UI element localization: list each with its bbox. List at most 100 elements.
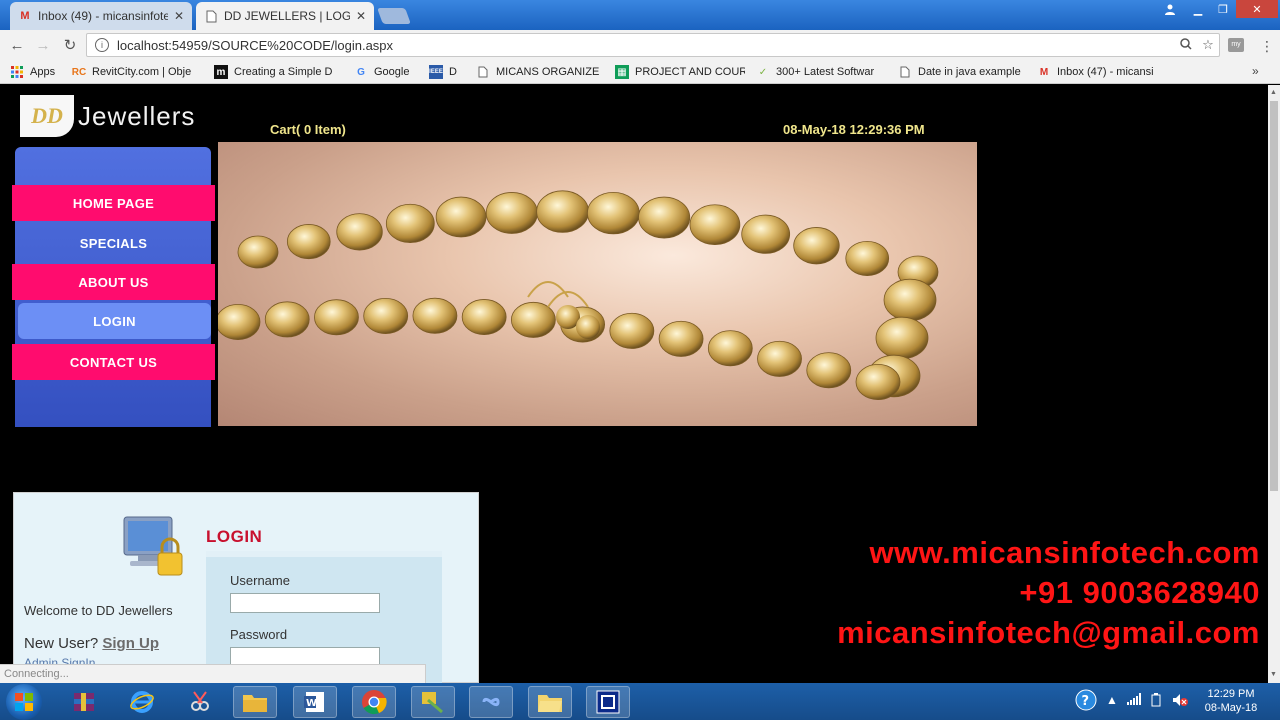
new-user-text: New User? — [24, 635, 99, 652]
bookmark-label: Inbox (47) - micansi — [1057, 66, 1154, 78]
necklace-bead — [806, 352, 852, 389]
bookmark-apps[interactable]: Apps — [10, 64, 66, 80]
nav-specials[interactable]: SPECIALS — [12, 225, 215, 261]
winrar-icon[interactable] — [62, 686, 106, 718]
new-tab-button[interactable] — [377, 8, 411, 24]
tab-inbox[interactable]: M Inbox (49) - micansinfote ✕ — [10, 2, 192, 30]
folder-icon[interactable] — [528, 686, 572, 718]
new-user-line: New User? Sign Up — [24, 635, 159, 652]
sign-up-link[interactable]: Sign Up — [102, 635, 159, 652]
scrollbar-thumb[interactable] — [1270, 101, 1278, 491]
reload-icon[interactable]: ↻ — [61, 36, 79, 54]
infinity-app-icon[interactable] — [469, 686, 513, 718]
necklace-bead — [336, 213, 383, 251]
necklace-bead — [218, 304, 261, 340]
leaf-icon: ✓ — [758, 66, 768, 78]
bookmarks-bar: Apps RC RevitCity.com | Obje m Creating … — [0, 60, 1280, 84]
earring-hook — [527, 281, 569, 298]
page-scrollbar[interactable]: ▲ ▼ — [1268, 85, 1280, 683]
bookmark-label: RevitCity.com | Obje — [92, 66, 192, 78]
menu-icon[interactable]: ⋮ — [1260, 38, 1274, 55]
login-panel: LOGIN Username Password Welcome to DD Je… — [13, 492, 479, 683]
necklace-bead — [385, 203, 435, 244]
zoom-icon[interactable] — [1175, 37, 1197, 53]
necklace-bead — [793, 227, 840, 265]
necklace-bead — [658, 320, 704, 357]
bookmark-star-icon[interactable]: ☆ — [1197, 37, 1219, 53]
maximize-icon[interactable]: ❐ — [1210, 0, 1236, 18]
necklace-bead — [707, 330, 753, 367]
system-clock[interactable]: 12:29 PM 08-May-18 — [1196, 687, 1266, 715]
snipping-tool-icon[interactable] — [178, 686, 222, 718]
bookmark-creating-simple[interactable]: m Creating a Simple D — [214, 64, 342, 80]
necklace-illustration — [218, 190, 939, 400]
svg-text:W: W — [306, 698, 317, 709]
power-icon[interactable] — [1150, 693, 1162, 710]
necklace-bead — [689, 204, 741, 246]
internet-explorer-icon[interactable] — [120, 686, 164, 718]
necklace-bead — [237, 235, 279, 269]
apps-grid-icon — [10, 65, 24, 79]
nav-about-us[interactable]: ABOUT US — [12, 264, 215, 300]
info-icon[interactable]: i — [95, 38, 109, 52]
word-icon[interactable]: W — [293, 686, 337, 718]
chrome-icon[interactable] — [352, 686, 396, 718]
network-signal-icon[interactable] — [1127, 693, 1141, 708]
cart-link[interactable]: Cart( 0 Item) — [270, 122, 346, 137]
address-bar[interactable]: i localhost:54959/SOURCE%20CODE/login.as… — [86, 33, 1220, 57]
bookmark-ieee[interactable]: IEEE D — [429, 64, 465, 80]
bookmark-latest-software[interactable]: ✓ 300+ Latest Softwar — [756, 64, 886, 80]
username-input[interactable] — [230, 593, 380, 613]
nav-contact-us[interactable]: CONTACT US — [12, 344, 215, 380]
necklace-bead — [264, 301, 310, 338]
watermark-website: www.micansinfotech.com — [869, 535, 1260, 570]
login-title: LOGIN — [206, 527, 263, 546]
revitcity-icon: RC — [72, 66, 87, 78]
bookmark-revitcity[interactable]: RC RevitCity.com | Obje — [72, 64, 204, 80]
extension-icon[interactable]: my — [1228, 38, 1244, 52]
necklace-bead — [286, 224, 331, 260]
forward-arrow-icon[interactable]: → — [34, 36, 52, 54]
start-button[interactable] — [6, 684, 42, 720]
bookmark-date-java[interactable]: Date in java example — [898, 64, 1026, 80]
url-text: localhost:54959/SOURCE%20CODE/login.aspx — [117, 37, 394, 53]
minimize-icon[interactable]: ▁ — [1185, 0, 1211, 18]
site-logo[interactable]: DD Jewellers — [20, 95, 198, 137]
m-logo-icon: m — [214, 65, 228, 79]
remote-desktop-icon[interactable] — [586, 686, 630, 718]
svg-text:?: ? — [1082, 694, 1090, 709]
nav-home-page[interactable]: HOME PAGE — [12, 185, 215, 221]
page-icon — [204, 9, 218, 23]
bookmark-label: D — [449, 66, 457, 78]
scroll-down-icon[interactable]: ▼ — [1270, 671, 1277, 678]
ieee-icon: IEEE — [429, 65, 443, 79]
volume-muted-icon[interactable] — [1172, 693, 1188, 710]
visual-studio-tool-icon[interactable] — [411, 686, 455, 718]
logo-text: Jewellers — [78, 100, 196, 131]
browser-tab-strip: M Inbox (49) - micansinfote ✕ DD JEWELLE… — [0, 0, 1280, 30]
bookmark-google[interactable]: G Google — [354, 64, 420, 80]
welcome-text: Welcome to DD Jewellers — [24, 603, 173, 618]
close-tab-icon[interactable]: ✕ — [356, 9, 366, 23]
bookmark-label: PROJECT AND COUR — [635, 66, 745, 78]
close-tab-icon[interactable]: ✕ — [174, 9, 184, 23]
necklace-bead — [609, 312, 655, 349]
bookmark-inbox[interactable]: M Inbox (47) - micansi — [1037, 64, 1165, 80]
computer-lock-icon — [123, 516, 183, 576]
page-icon — [476, 65, 490, 79]
close-window-icon[interactable]: ✕ — [1236, 0, 1278, 18]
watermark-phone: +91 9003628940 — [1019, 575, 1260, 610]
tab-dd-jewellers-login[interactable]: DD JEWELLERS | LOGIN ✕ — [196, 2, 374, 30]
help-icon[interactable]: ? — [1075, 689, 1097, 714]
more-bookmarks-icon[interactable]: » — [1252, 64, 1259, 78]
clock-date: 08-May-18 — [1204, 702, 1258, 714]
show-hidden-icons-icon[interactable]: ▲ — [1106, 693, 1118, 707]
bookmark-micans-organize[interactable]: MICANS ORGANIZE — [476, 64, 604, 80]
date-time: 08-May-18 12:29:36 PM — [783, 122, 925, 137]
back-arrow-icon[interactable]: ← — [8, 36, 26, 54]
file-explorer-icon[interactable] — [233, 686, 277, 718]
scroll-up-icon[interactable]: ▲ — [1270, 89, 1277, 96]
bookmark-project-course[interactable]: ▦ PROJECT AND COUR — [615, 64, 745, 80]
nav-login[interactable]: LOGIN — [18, 303, 211, 339]
user-icon[interactable] — [1157, 0, 1183, 18]
